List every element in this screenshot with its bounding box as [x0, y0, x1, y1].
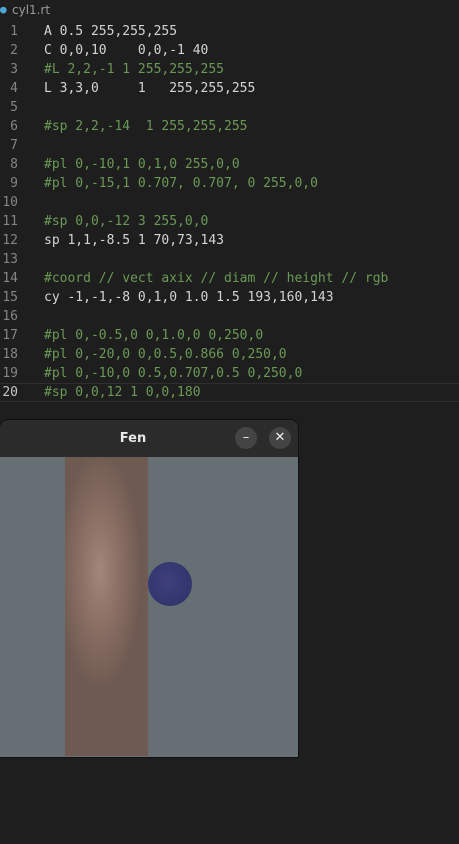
line-number: 14 — [2, 271, 18, 286]
code-line[interactable]: 9 #pl 0,-15,1 0.707, 0.707, 0 255,0,0 — [0, 174, 459, 193]
window-titlebar[interactable]: Fen – ✕ — [0, 420, 298, 457]
line-number: 10 — [2, 195, 18, 210]
code-line[interactable]: 14 #coord // vect axix // diam // height … — [0, 269, 459, 288]
file-modified-icon: ● — [0, 3, 7, 16]
line-number: 9 — [10, 176, 18, 191]
code-text: #sp 0,0,12 1 0,0,180 — [44, 385, 201, 400]
code-line[interactable]: 17 #pl 0,-0.5,0 0,1.0,0 0,250,0 — [0, 326, 459, 345]
code-text: sp 1,1,-8.5 1 70,73,143 — [44, 233, 225, 248]
code-text: #pl 0,-20,0 0,0.5,0.866 0,250,0 — [44, 347, 287, 362]
code-text: #pl 0,-15,1 0.707, 0.707, 0 255,0,0 — [44, 176, 318, 191]
tab-filename: cyl1.rt — [12, 3, 51, 17]
code-line[interactable]: 12 sp 1,1,-8.5 1 70,73,143 — [0, 231, 459, 250]
code-text: cy -1,-1,-8 0,1,0 1.0 1.5 193,160,143 — [44, 290, 334, 305]
rendered-sphere — [148, 562, 192, 606]
code-line[interactable]: 8 #pl 0,-10,1 0,1,0 255,0,0 — [0, 155, 459, 174]
line-number: 13 — [2, 252, 18, 267]
code-editor[interactable]: 1 A 0.5 255,255,255 2 C 0,0,10 0,0,-1 40 3 #L… — [0, 22, 459, 402]
minimize-button[interactable]: – — [235, 427, 257, 449]
code-text: #sp 0,0,-12 3 255,0,0 — [44, 214, 209, 229]
code-text: C 0,0,10 0,0,-1 40 — [44, 43, 209, 58]
line-number: 18 — [2, 347, 18, 362]
line-number: 12 — [2, 233, 18, 248]
line-number: 3 — [10, 62, 18, 77]
code-line[interactable]: 1 A 0.5 255,255,255 — [0, 22, 459, 41]
line-number: 19 — [2, 366, 18, 381]
code-line[interactable]: 16 — [0, 307, 459, 326]
code-line[interactable]: 7 — [0, 136, 459, 155]
line-number: 8 — [10, 157, 18, 172]
line-number: 15 — [2, 290, 18, 305]
code-line[interactable]: 10 — [0, 193, 459, 212]
render-window[interactable]: Fen – ✕ — [0, 420, 298, 757]
line-number: 6 — [10, 119, 18, 134]
code-text: #pl 0,-10,0 0.5,0.707,0.5 0,250,0 — [44, 366, 303, 381]
code-line[interactable]: 5 — [0, 98, 459, 117]
line-number: 1 — [10, 24, 18, 39]
code-text: L 3,3,0 1 255,255,255 — [44, 81, 256, 96]
line-number: 16 — [2, 309, 18, 324]
rendered-cylinder — [65, 457, 148, 756]
code-line[interactable]: 4 L 3,3,0 1 255,255,255 — [0, 79, 459, 98]
line-number: 17 — [2, 328, 18, 343]
code-text: #coord // vect axix // diam // height //… — [44, 271, 389, 286]
line-number: 2 — [10, 43, 18, 58]
code-line[interactable]: 18 #pl 0,-20,0 0,0.5,0.866 0,250,0 — [0, 345, 459, 364]
code-text: #pl 0,-0.5,0 0,1.0,0 0,250,0 — [44, 328, 264, 343]
line-number: 7 — [10, 138, 18, 153]
code-line[interactable]: 3 #L 2,2,-1 1 255,255,255 — [0, 60, 459, 79]
code-line[interactable]: 20 #sp 0,0,12 1 0,0,180 — [0, 383, 459, 402]
code-text: #L 2,2,-1 1 255,255,255 — [44, 62, 225, 77]
code-line[interactable]: 13 — [0, 250, 459, 269]
editor-tab[interactable]: ● cyl1.rt — [0, 0, 459, 20]
code-text: #sp 2,2,-14 1 255,255,255 — [44, 119, 248, 134]
close-button[interactable]: ✕ — [269, 427, 291, 449]
code-text: #pl 0,-10,1 0,1,0 255,0,0 — [44, 157, 240, 172]
window-title: Fen — [119, 431, 147, 446]
code-line[interactable]: 2 C 0,0,10 0,0,-1 40 — [0, 41, 459, 60]
line-number: 4 — [10, 81, 18, 96]
code-line[interactable]: 19 #pl 0,-10,0 0.5,0.707,0.5 0,250,0 — [0, 364, 459, 383]
line-number: 5 — [10, 100, 18, 115]
code-text: A 0.5 255,255,255 — [44, 24, 178, 39]
line-number: 20 — [2, 385, 18, 400]
code-line[interactable]: 6 #sp 2,2,-14 1 255,255,255 — [0, 117, 459, 136]
code-line[interactable]: 11 #sp 0,0,-12 3 255,0,0 — [0, 212, 459, 231]
line-number: 11 — [2, 214, 18, 229]
render-canvas — [0, 457, 298, 757]
code-line[interactable]: 15 cy -1,-1,-8 0,1,0 1.0 1.5 193,160,143 — [0, 288, 459, 307]
